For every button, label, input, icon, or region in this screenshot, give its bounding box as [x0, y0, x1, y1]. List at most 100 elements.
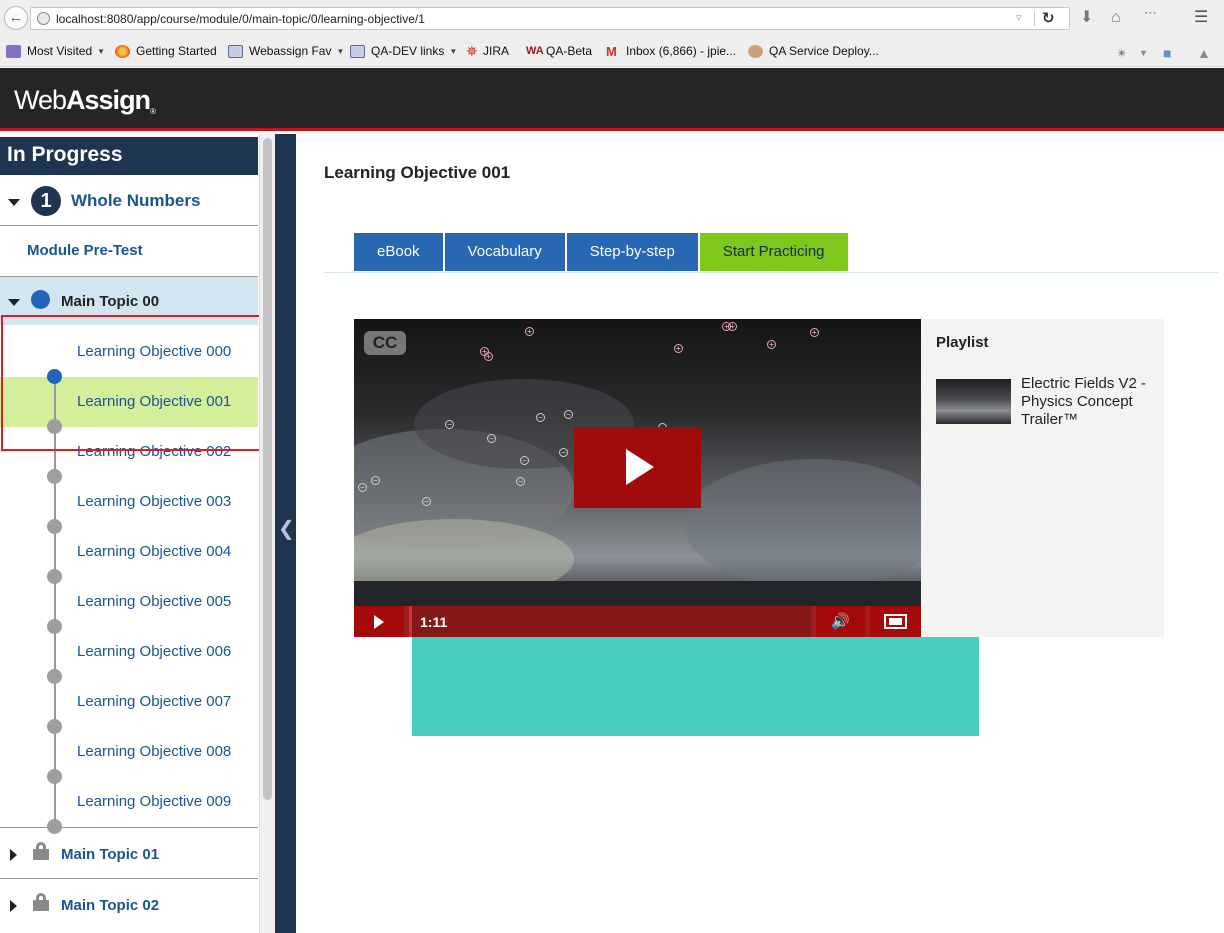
course-sidebar: In Progress 1 Whole Numbers Module Pre-T…	[0, 134, 258, 933]
timeline-dot	[47, 569, 62, 584]
sidebar-scrollbar[interactable]	[259, 134, 275, 933]
storm-cloud	[684, 459, 921, 589]
url-history-dropdown-icon[interactable]: ▿	[1016, 11, 1022, 24]
bookmark-most-visited[interactable]: Most Visited ▼	[6, 44, 105, 58]
learning-objective-item[interactable]: Learning Objective 007	[0, 677, 258, 727]
bookmark-jira[interactable]: ✵ JIRA	[466, 42, 510, 59]
positive-charge-icon: +	[728, 322, 737, 331]
bookmark-label: Webassign Fav	[249, 44, 332, 58]
annotation-highlight-box	[1, 315, 273, 451]
module-pretest-link[interactable]: Module Pre-Test	[0, 226, 258, 277]
bookmark-label: JIRA	[483, 44, 510, 58]
tab-ebook[interactable]: eBook	[354, 233, 443, 271]
module-header[interactable]: 1 Whole Numbers	[0, 175, 258, 226]
tab-start-practicing[interactable]: Start Practicing	[699, 233, 848, 271]
chevron-left-icon[interactable]: ❮	[278, 516, 295, 541]
logo-text-bold: Assign	[66, 85, 151, 115]
playlist-item-label[interactable]: Electric Fields V2 - Physics Concept Tra…	[1021, 375, 1156, 429]
browser-toolbar: ← localhost:8080/app/course/module/0/mai…	[0, 0, 1224, 37]
registered-mark: ®	[150, 107, 156, 116]
sidebar-scrollbar-thumb[interactable]	[263, 138, 272, 800]
ground-horizon	[354, 581, 921, 606]
learning-objective-label: Learning Objective 003	[77, 493, 232, 510]
url-field[interactable]: localhost:8080/app/course/module/0/main-…	[30, 7, 1070, 30]
jira-icon: ✵	[466, 42, 478, 59]
learning-objective-item[interactable]: Learning Objective 006	[0, 627, 258, 677]
playlist-item-thumbnail[interactable]	[936, 379, 1011, 424]
play-overlay-button[interactable]	[574, 427, 701, 508]
negative-charge-icon: −	[487, 434, 496, 443]
video-player[interactable]: CC + + + + + + + + − − − − − − − − − − −…	[354, 319, 921, 637]
caret-down-icon[interactable]	[8, 199, 20, 206]
notification-icon[interactable]: ▲	[1197, 45, 1211, 61]
negative-charge-icon: −	[445, 420, 454, 429]
play-button[interactable]	[354, 606, 404, 637]
video-playlist: Playlist Electric Fields V2 - Physics Co…	[921, 319, 1164, 637]
caret-down-icon[interactable]	[8, 299, 20, 306]
bookmark-inbox[interactable]: M Inbox (6,866) - jpie...	[606, 44, 736, 58]
reload-icon[interactable]: ↻	[1042, 9, 1055, 27]
bookmark-label: Inbox (6,866) - jpie...	[626, 44, 737, 58]
lock-icon	[33, 842, 49, 860]
back-arrow-icon[interactable]: ←	[4, 6, 28, 30]
home-icon[interactable]: ⌂	[1111, 8, 1121, 28]
sidebar-collapse-toggle[interactable]: ❮	[275, 134, 296, 933]
learning-objective-item[interactable]: Learning Objective 003	[0, 477, 258, 527]
bookmark-qa-beta[interactable]: WA QA-Beta	[526, 44, 592, 58]
pocket-icon[interactable]: ■	[1163, 45, 1171, 61]
negative-charge-icon: −	[516, 477, 525, 486]
bookmark-webassign-fav[interactable]: Webassign Fav ▼	[228, 44, 344, 58]
chevron-down-icon: ▼	[449, 46, 458, 56]
negative-charge-icon: −	[559, 448, 568, 457]
logo-text-light: Web	[14, 85, 67, 115]
positive-charge-icon: +	[525, 327, 534, 336]
learning-objective-label: Learning Objective 009	[77, 793, 232, 810]
timeline-dot	[47, 769, 62, 784]
caret-right-icon[interactable]	[10, 900, 17, 912]
chevron-down-icon: ▼	[97, 46, 106, 56]
bookmark-qa-dev-links[interactable]: QA-DEV links ▼	[350, 44, 457, 58]
site-info-icon[interactable]	[37, 12, 50, 25]
extension-icon[interactable]: ✴	[1116, 45, 1128, 62]
timeline-dot	[47, 669, 62, 684]
lock-icon	[33, 893, 49, 911]
fullscreen-button[interactable]	[870, 606, 921, 637]
tab-vocabulary[interactable]: Vocabulary	[444, 233, 565, 271]
video-duration: 1:11	[420, 614, 448, 630]
timeline-dot	[47, 519, 62, 534]
negative-charge-icon: −	[536, 413, 545, 422]
topic-status-dot	[31, 290, 50, 309]
timeline-dot	[47, 469, 62, 484]
learning-objective-item[interactable]: Learning Objective 005	[0, 577, 258, 627]
volume-button[interactable]: 🔊	[816, 606, 865, 637]
bookmark-qa-service-deploy[interactable]: QA Service Deploy...	[748, 44, 879, 58]
tab-step-by-step[interactable]: Step-by-step	[566, 233, 698, 271]
positive-charge-icon: +	[810, 328, 819, 337]
learning-objective-item[interactable]: Learning Objective 009	[0, 777, 258, 827]
bookmark-label: QA-DEV links	[371, 44, 445, 58]
firefox-icon	[115, 44, 130, 58]
timeline-dot	[47, 719, 62, 734]
jenkins-icon	[748, 44, 763, 58]
closed-captions-button[interactable]: CC	[364, 331, 406, 355]
overflow-icon[interactable]: ⋯	[1144, 3, 1157, 23]
play-icon	[374, 615, 384, 629]
learning-objective-item[interactable]: Learning Objective 004	[0, 527, 258, 577]
bookmark-label: Most Visited	[27, 44, 93, 58]
content-tabs: Video eBook Vocabulary Step-by-step Star…	[354, 233, 979, 736]
menu-icon[interactable]: ☰	[1194, 8, 1208, 28]
chevron-down-icon[interactable]: ▼	[1139, 48, 1148, 58]
topic-title: Main Topic 01	[61, 846, 160, 863]
topic-header-locked[interactable]: Main Topic 02	[0, 878, 258, 929]
caret-right-icon[interactable]	[10, 849, 17, 861]
webassign-logo[interactable]: WebAssign®	[14, 85, 156, 116]
negative-charge-icon: −	[564, 410, 573, 419]
video-progress-track[interactable]: 1:11	[409, 606, 811, 637]
learning-objective-item[interactable]: Learning Objective 008	[0, 727, 258, 777]
module-number: 1	[31, 186, 61, 216]
gmail-icon: M	[606, 43, 617, 59]
url-text: localhost:8080/app/course/module/0/main-…	[56, 12, 425, 26]
download-icon[interactable]: ⬇	[1080, 8, 1093, 28]
bookmark-getting-started[interactable]: Getting Started	[115, 44, 217, 58]
topic-header-locked[interactable]: Main Topic 01	[0, 827, 258, 878]
